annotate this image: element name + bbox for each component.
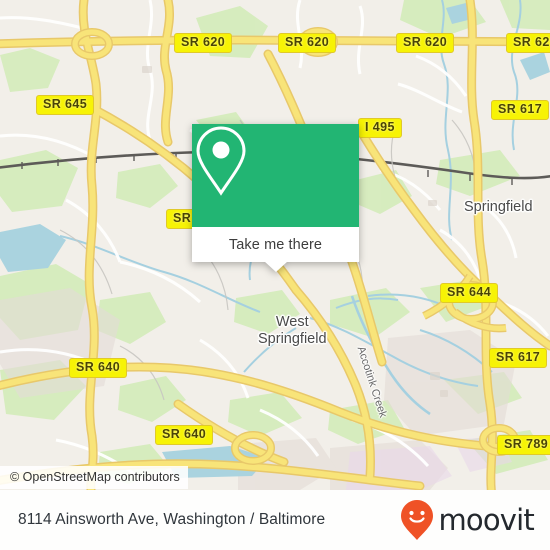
map-canvas[interactable]: SR 620 SR 620 SR 620 SR 620 SR 645 SR 617 I 49… bbox=[0, 0, 550, 490]
osm-attribution[interactable]: © OpenStreetMap contributors bbox=[0, 466, 188, 489]
road-shield: SR 620 bbox=[506, 33, 550, 53]
map-screenshot: SR 620 SR 620 SR 620 SR 620 SR 645 SR 617 I 49… bbox=[0, 0, 550, 550]
road-shield: SR 620 bbox=[278, 33, 337, 53]
address-text: 8114 Ainsworth Ave, Washington / Baltimo… bbox=[18, 511, 326, 528]
bottom-bar: 8114 Ainsworth Ave, Washington / Baltimo… bbox=[0, 490, 550, 550]
popup-pointer bbox=[263, 261, 288, 272]
road-shield: I 495 bbox=[358, 118, 402, 138]
road-shield: SR 620 bbox=[174, 33, 233, 53]
popup-action-bar[interactable]: Take me there bbox=[192, 227, 359, 272]
place-label: West Springfield bbox=[258, 314, 327, 348]
moovit-wordmark: moovit bbox=[438, 503, 534, 537]
moovit-pin-smiley-icon bbox=[401, 500, 434, 540]
road-shield: SR 617 bbox=[489, 348, 548, 368]
popup-image-area bbox=[192, 124, 359, 227]
road-shield: SR 640 bbox=[155, 425, 214, 445]
map-pin-icon bbox=[196, 126, 246, 196]
road-shield: SR 645 bbox=[36, 95, 95, 115]
road-shield: SR 617 bbox=[491, 100, 550, 120]
road-shield: SR 644 bbox=[440, 283, 499, 303]
road-shield: SR 640 bbox=[69, 358, 128, 378]
road-shield: SR 789 bbox=[497, 435, 550, 455]
destination-popup[interactable]: Take me there bbox=[192, 124, 359, 272]
road-shield: SR 620 bbox=[396, 33, 455, 53]
take-me-there-label: Take me there bbox=[228, 236, 323, 253]
place-label-line: West bbox=[275, 314, 309, 330]
moovit-brand[interactable]: moovit bbox=[400, 499, 535, 541]
place-label-line: Springfield bbox=[258, 331, 327, 347]
place-label: Springfield bbox=[464, 199, 533, 215]
place-label-line: Springfield bbox=[464, 199, 533, 215]
